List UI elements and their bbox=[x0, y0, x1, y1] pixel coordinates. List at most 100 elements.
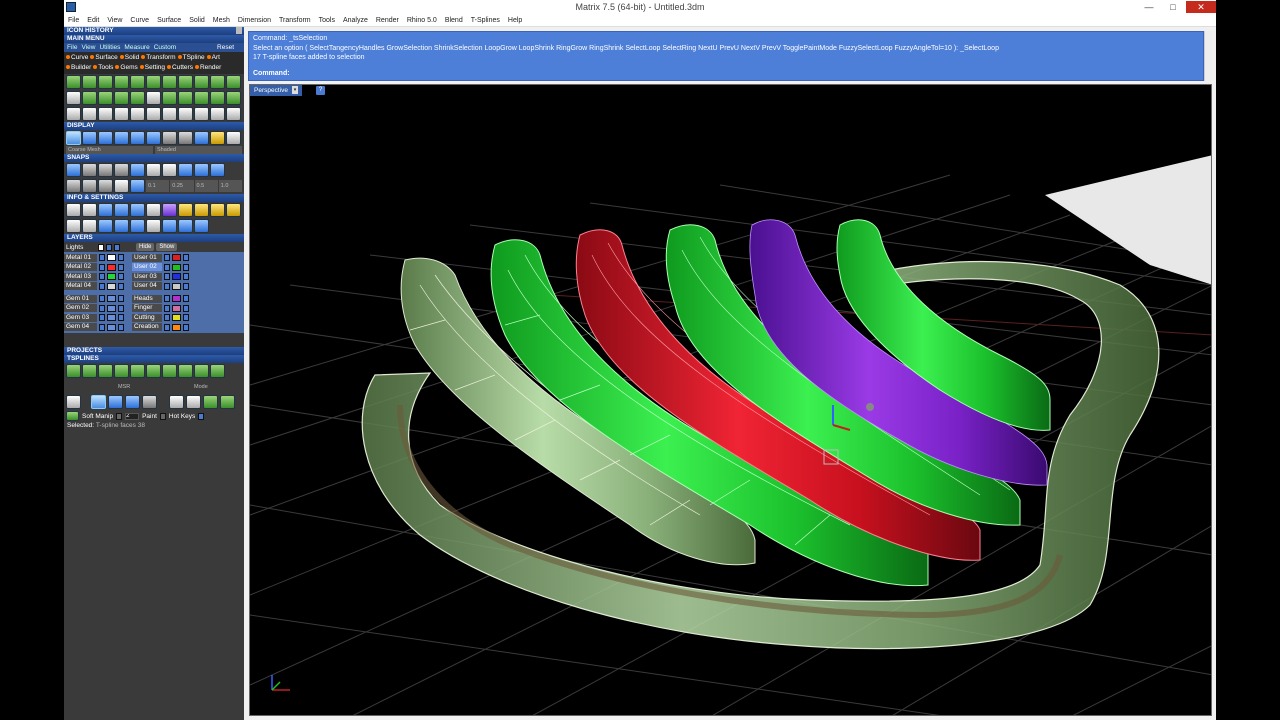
layer-color-swatch[interactable] bbox=[107, 263, 116, 271]
snap-end-icon[interactable] bbox=[66, 163, 81, 177]
layer-visibility-icon[interactable] bbox=[164, 273, 170, 281]
shaded-icon[interactable] bbox=[82, 131, 97, 145]
snap-quad-icon[interactable] bbox=[194, 163, 209, 177]
layer-color-swatch[interactable] bbox=[107, 273, 116, 281]
tspline-convert-icon[interactable] bbox=[130, 364, 145, 378]
chip-render[interactable]: Render bbox=[194, 63, 221, 73]
layer-lock-icon[interactable] bbox=[183, 263, 189, 271]
vertex-mode-icon[interactable] bbox=[203, 395, 218, 409]
grid-snap-icon[interactable] bbox=[98, 179, 113, 193]
extrude-tool-icon[interactable] bbox=[146, 75, 161, 89]
tspline-box-icon[interactable] bbox=[66, 364, 81, 378]
scissors-icon[interactable] bbox=[146, 219, 161, 233]
pen-icon[interactable] bbox=[178, 131, 193, 145]
chip-gems[interactable]: Gems bbox=[115, 63, 138, 73]
menu-view[interactable]: View bbox=[103, 14, 126, 27]
hot-keys-checkbox[interactable] bbox=[198, 412, 205, 420]
layer-heads[interactable]: Heads bbox=[132, 294, 162, 303]
chip-tspline[interactable]: TSpline bbox=[177, 53, 205, 63]
twist-tool-icon[interactable] bbox=[194, 91, 209, 105]
copy-tool-icon[interactable] bbox=[146, 107, 161, 121]
layer-color-swatch[interactable] bbox=[107, 282, 116, 290]
settings-icon[interactable] bbox=[226, 203, 241, 217]
layer-creation[interactable]: Creation bbox=[132, 323, 162, 332]
box-view-icon[interactable] bbox=[114, 219, 129, 233]
layer-user-01[interactable]: User 01 bbox=[132, 253, 162, 262]
menu-edit[interactable]: Edit bbox=[83, 14, 103, 27]
snaps-header[interactable]: SNAPS bbox=[64, 154, 244, 162]
tab-file[interactable]: File bbox=[67, 44, 77, 51]
fillet-tool-icon[interactable] bbox=[226, 75, 241, 89]
snap-value-1[interactable]: 0.1 bbox=[146, 180, 170, 192]
notes-icon[interactable] bbox=[146, 203, 161, 217]
scale-manip-icon[interactable] bbox=[108, 395, 123, 409]
layer-lock-icon[interactable] bbox=[118, 254, 124, 262]
layer-visibility-icon[interactable] bbox=[164, 304, 170, 312]
layer-metal-01[interactable]: Metal 01 bbox=[64, 253, 97, 262]
mesh-tool-icon[interactable] bbox=[130, 91, 145, 105]
layer-lock-icon[interactable] bbox=[118, 282, 124, 290]
chip-curve[interactable]: Curve bbox=[66, 53, 88, 63]
menu-tsplines[interactable]: T-Splines bbox=[467, 14, 504, 27]
network-tool-icon[interactable] bbox=[162, 75, 177, 89]
layer-gem-02[interactable]: Gem 02 bbox=[64, 304, 97, 313]
manip-option-icon[interactable] bbox=[142, 395, 157, 409]
display-mode-select[interactable]: Shaded bbox=[155, 146, 242, 154]
layer-lock-icon[interactable] bbox=[118, 263, 124, 271]
tab-utilities[interactable]: Utilities bbox=[99, 44, 120, 51]
move-manip-icon[interactable] bbox=[91, 395, 106, 409]
ghosted-icon[interactable] bbox=[114, 131, 129, 145]
menu-analyze[interactable]: Analyze bbox=[339, 14, 372, 27]
grid-view-icon[interactable] bbox=[66, 219, 81, 233]
bend-tool-icon[interactable] bbox=[178, 91, 193, 105]
menu-file[interactable]: File bbox=[64, 14, 83, 27]
move-tool-icon[interactable] bbox=[130, 107, 145, 121]
snap-mid-icon[interactable] bbox=[114, 163, 129, 177]
lights-swatch[interactable] bbox=[98, 243, 104, 251]
tspline-bridge-icon[interactable] bbox=[210, 364, 225, 378]
polar-array-icon[interactable] bbox=[114, 91, 129, 105]
layer-lock-icon[interactable] bbox=[118, 295, 124, 303]
gem-icon[interactable] bbox=[162, 203, 177, 217]
snap-value-3[interactable]: 0.5 bbox=[194, 180, 218, 192]
layer-visibility-icon[interactable] bbox=[99, 263, 105, 271]
mirror-tool-icon[interactable] bbox=[194, 107, 209, 121]
snap-perp-icon[interactable] bbox=[162, 163, 177, 177]
snap-int-icon[interactable] bbox=[146, 163, 161, 177]
dots-icon[interactable] bbox=[178, 219, 193, 233]
rotate-manip-icon[interactable] bbox=[125, 395, 140, 409]
tspline-sphere-icon[interactable] bbox=[146, 364, 161, 378]
point-tool-icon[interactable] bbox=[66, 107, 81, 121]
close-icon[interactable] bbox=[236, 27, 242, 34]
circle-tool-icon[interactable] bbox=[226, 107, 241, 121]
revolve-tool-icon[interactable] bbox=[130, 75, 145, 89]
dimension-icon[interactable] bbox=[130, 203, 145, 217]
chip-cutters[interactable]: Cutters bbox=[167, 63, 193, 73]
blend-tool-icon[interactable] bbox=[194, 75, 209, 89]
properties-icon[interactable] bbox=[66, 203, 81, 217]
loft-tool-icon[interactable] bbox=[98, 75, 113, 89]
mesh-quality-select[interactable]: Coarse Mesh bbox=[66, 146, 153, 154]
lighting-icon[interactable] bbox=[210, 131, 225, 145]
layer-visibility-icon[interactable] bbox=[164, 263, 170, 271]
menu-tools[interactable]: Tools bbox=[315, 14, 339, 27]
main-menu-header[interactable]: MAIN MENU bbox=[64, 35, 244, 43]
globe-icon[interactable] bbox=[98, 219, 113, 233]
material-icon[interactable] bbox=[194, 131, 209, 145]
layer-color-swatch[interactable] bbox=[107, 323, 116, 331]
tspline-weld-icon[interactable] bbox=[194, 364, 209, 378]
sphere-tool-icon[interactable] bbox=[146, 91, 161, 105]
layer-lock-icon[interactable] bbox=[118, 304, 124, 312]
layer-icon[interactable] bbox=[98, 203, 113, 217]
minimize-button[interactable]: — bbox=[1138, 1, 1160, 13]
sweep-tool-icon[interactable] bbox=[114, 75, 129, 89]
zoom-icon[interactable] bbox=[82, 203, 97, 217]
select-tool-icon[interactable] bbox=[66, 91, 81, 105]
weight-icon[interactable] bbox=[194, 203, 209, 217]
menu-surface[interactable]: Surface bbox=[153, 14, 185, 27]
layer-color-swatch[interactable] bbox=[172, 314, 181, 322]
snap-point-icon[interactable] bbox=[98, 163, 113, 177]
layer-color-swatch[interactable] bbox=[107, 304, 116, 312]
layer-visibility-icon[interactable] bbox=[99, 323, 105, 331]
layer-metal-04[interactable]: Metal 04 bbox=[64, 282, 97, 291]
